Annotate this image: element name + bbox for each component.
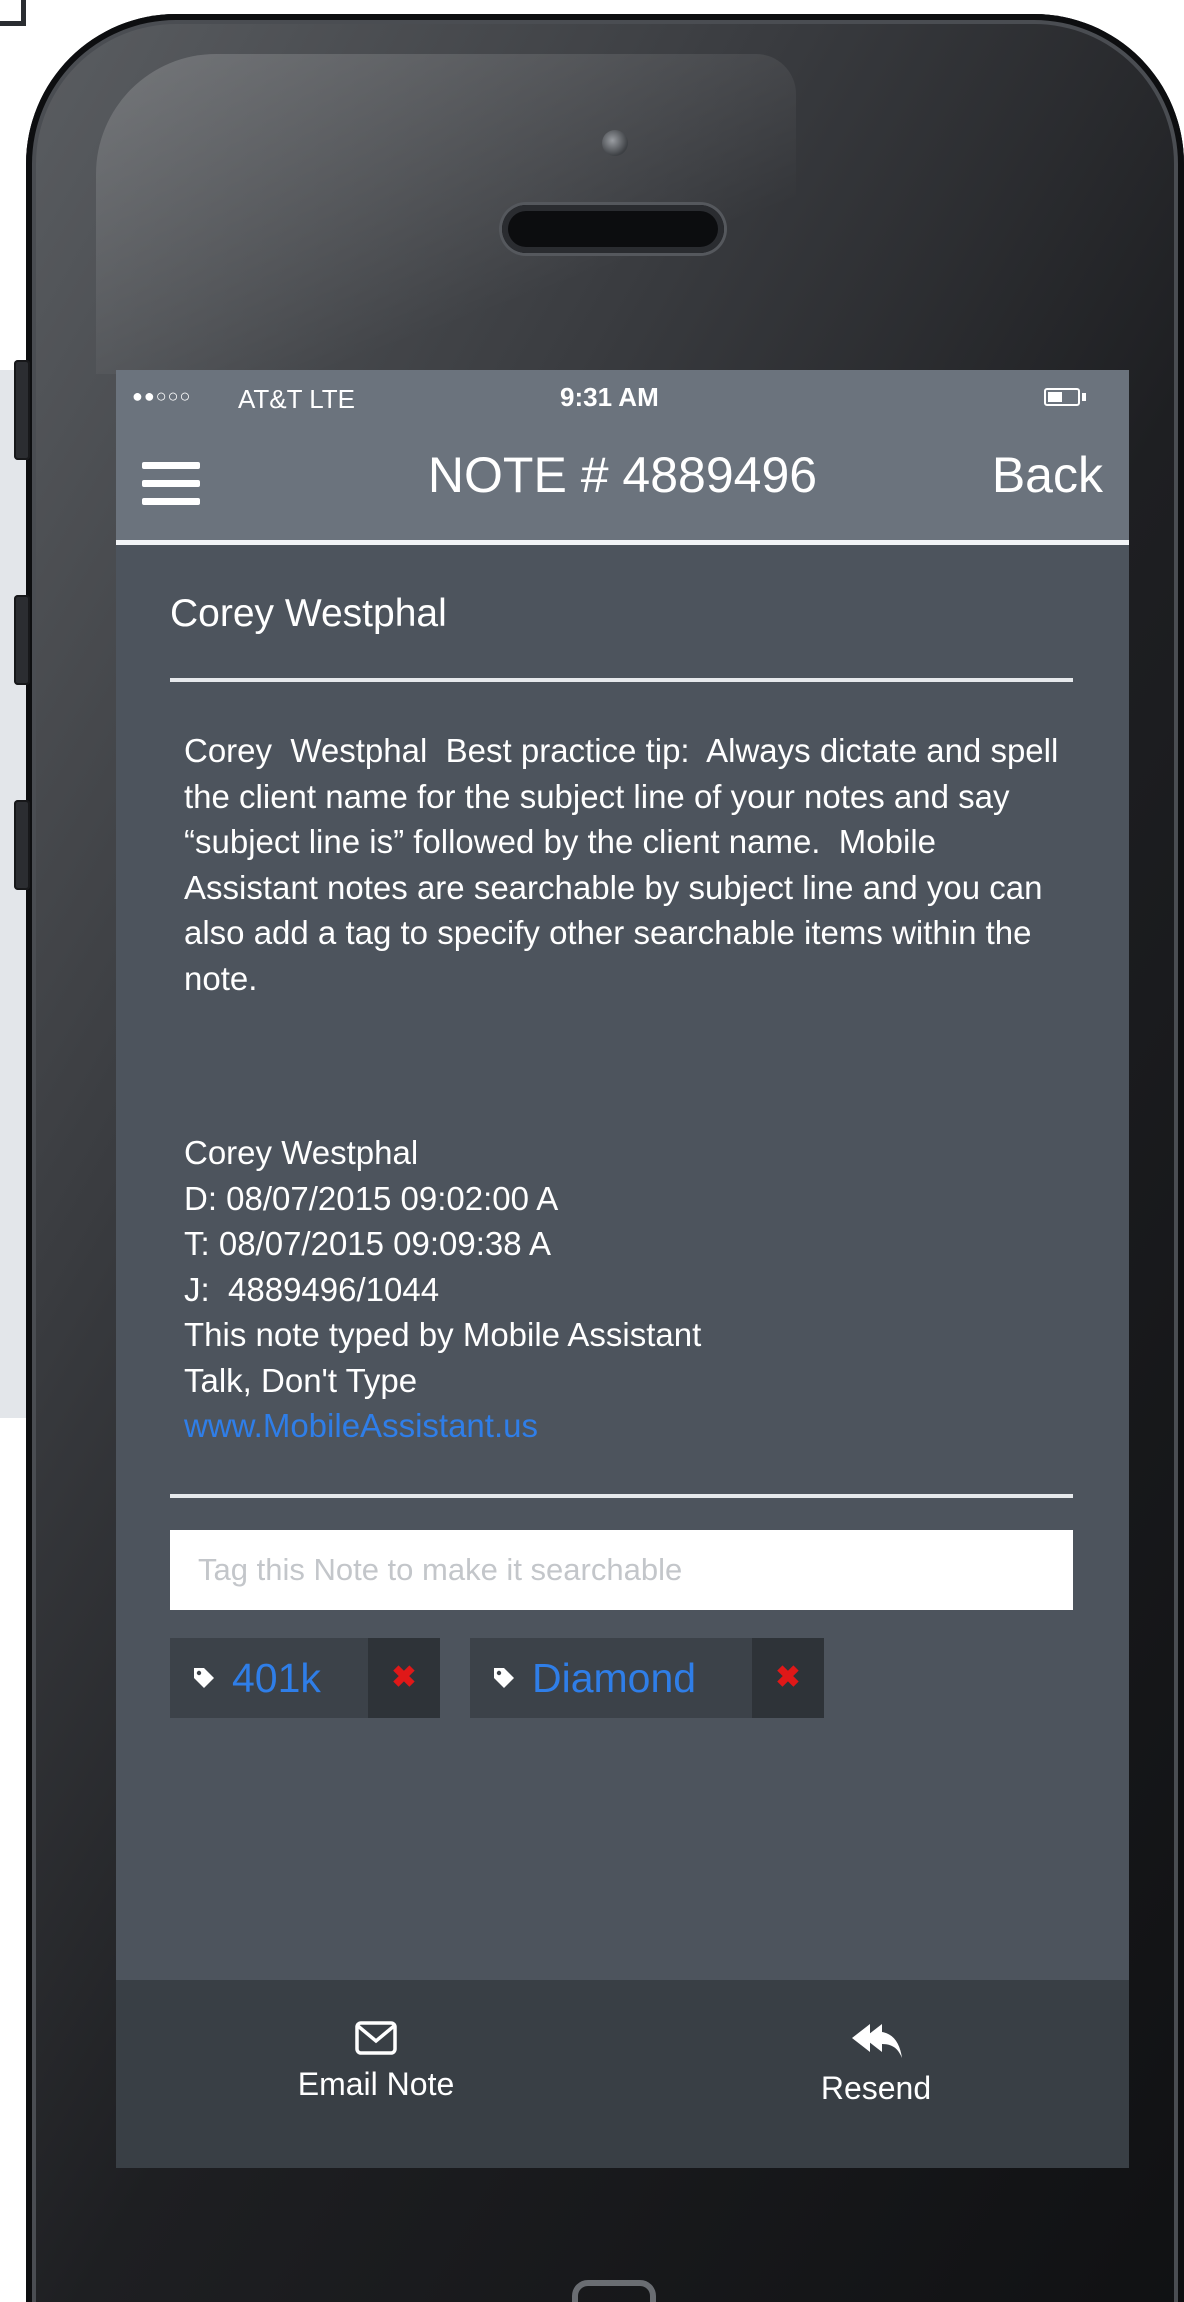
bottom-toolbar: Email Note Resend: [116, 1980, 1129, 2168]
signature-dictated: D: 08/07/2015 09:02:00 A: [184, 1179, 559, 1217]
tags-divider: [170, 1494, 1073, 1498]
reply-all-icon: [852, 2024, 902, 2058]
tag-input[interactable]: [170, 1530, 1073, 1610]
tag-chip[interactable]: 401k ✖: [170, 1638, 440, 1718]
phone-screen: ●●○○○ AT&T LTE 9:31 AM NOTE # 4889496 Ba…: [116, 370, 1129, 2168]
front-camera: [602, 130, 628, 156]
battery-icon: [1044, 388, 1080, 406]
note-subject: Corey Westphal: [170, 592, 447, 635]
signature-job: J: 4889496/1044: [184, 1270, 440, 1308]
back-button[interactable]: Back: [992, 446, 1103, 504]
envelope-icon: [355, 2021, 397, 2055]
volume-up-button: [14, 595, 30, 685]
remove-tag-icon[interactable]: ✖: [368, 1638, 440, 1718]
tag-icon: [192, 1666, 216, 1690]
app-header: ●●○○○ AT&T LTE 9:31 AM NOTE # 4889496 Ba…: [116, 370, 1129, 545]
signal-strength-icon: ●●○○○: [132, 386, 192, 406]
corner-mark: [0, 0, 26, 26]
signature-slogan: Talk, Don't Type: [184, 1361, 418, 1399]
resend-button[interactable]: Resend: [766, 1980, 986, 2168]
status-bar: ●●○○○ AT&T LTE 9:31 AM: [116, 370, 1129, 428]
email-note-label: Email Note: [297, 2066, 455, 2102]
status-time: 9:31 AM: [560, 382, 659, 412]
resend-label: Resend: [820, 2070, 932, 2106]
home-button[interactable]: [572, 2280, 656, 2302]
note-signature: Corey Westphal D: 08/07/2015 09:02:00 A …: [184, 1130, 1064, 1449]
tag-label: Diamond: [532, 1655, 697, 1701]
tag-icon: [492, 1666, 516, 1690]
email-note-button[interactable]: Email Note: [266, 1980, 486, 2168]
header-divider: [116, 540, 1129, 545]
volume-down-button: [14, 800, 30, 890]
battery-tip: [1082, 393, 1086, 401]
carrier-label: AT&T LTE: [238, 384, 356, 414]
remove-tag-icon[interactable]: ✖: [752, 1638, 824, 1718]
signature-typed-by: This note typed by Mobile Assistant: [184, 1316, 702, 1353]
page-title: NOTE # 4889496: [427, 447, 818, 503]
tag-label: 401k: [232, 1655, 321, 1701]
website-link[interactable]: www.MobileAssistant.us: [184, 1403, 1064, 1449]
tag-chip[interactable]: Diamond ✖: [470, 1638, 824, 1718]
subject-divider: [170, 678, 1073, 682]
signature-typed: T: 08/07/2015 09:09:38 A: [184, 1225, 551, 1262]
mute-switch: [14, 360, 30, 460]
signature-name: Corey Westphal: [184, 1134, 419, 1171]
note-body: Corey Westphal Best practice tip: Always…: [184, 732, 1068, 997]
earpiece-speaker: [502, 205, 724, 253]
page: ●●○○○ AT&T LTE 9:31 AM NOTE # 4889496 Ba…: [0, 0, 1184, 2302]
